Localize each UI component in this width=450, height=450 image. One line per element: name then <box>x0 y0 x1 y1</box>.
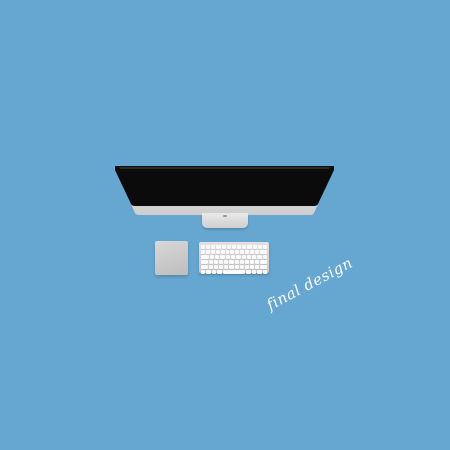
key-row <box>201 255 267 259</box>
monitor-stand <box>202 213 248 228</box>
keyboard <box>199 242 269 274</box>
scene: final design <box>0 0 450 450</box>
trackpad <box>155 241 188 275</box>
key-row <box>201 270 268 274</box>
key-row <box>201 245 268 249</box>
caption-text: final design <box>263 253 356 314</box>
stand-hole-icon <box>223 215 227 217</box>
key-row <box>201 260 268 264</box>
monitor-icon <box>115 166 334 215</box>
key-row <box>201 265 268 269</box>
key-row <box>201 250 267 254</box>
